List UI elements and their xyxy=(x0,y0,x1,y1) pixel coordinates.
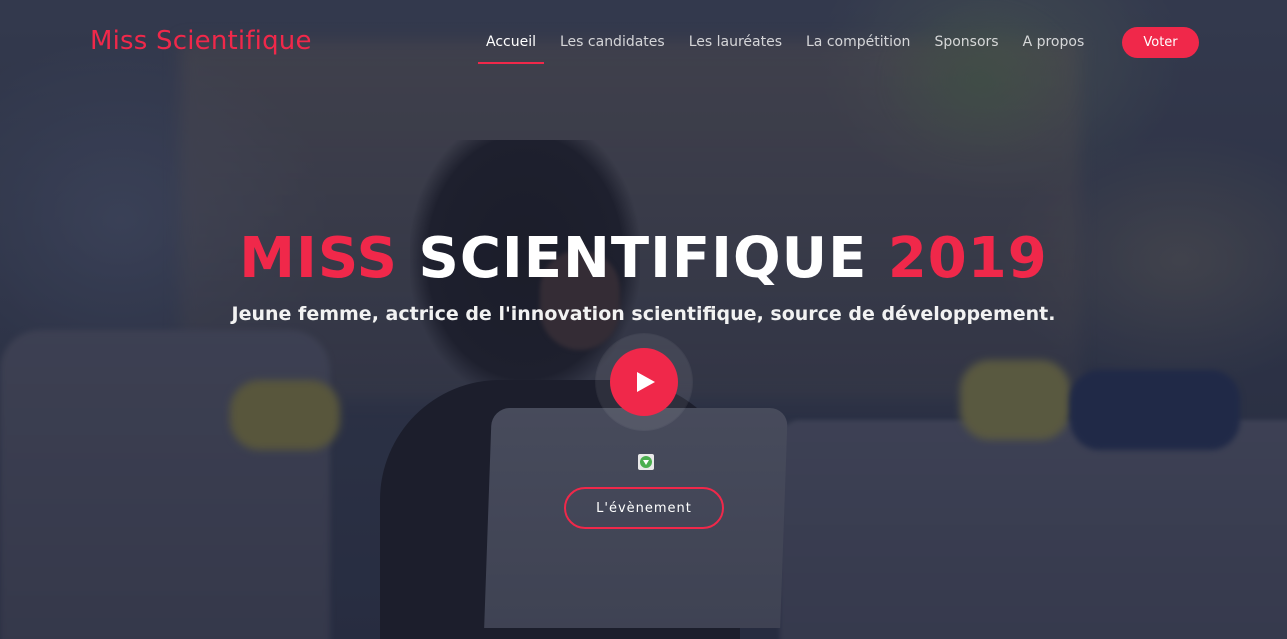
hero-title-year: 2019 xyxy=(887,225,1048,291)
nav-item-competition[interactable]: La compétition xyxy=(798,34,918,64)
download-icon[interactable] xyxy=(638,454,654,470)
arrow-down-icon xyxy=(640,456,652,468)
vote-button[interactable]: Voter xyxy=(1122,27,1199,58)
nav-item-candidates[interactable]: Les candidates xyxy=(552,34,673,64)
nav-item-laureates[interactable]: Les lauréates xyxy=(681,34,790,64)
nav-item-apropos[interactable]: A propos xyxy=(1015,34,1093,64)
main-nav: Accueil Les candidates Les lauréates La … xyxy=(478,34,1100,64)
nav-item-sponsors[interactable]: Sponsors xyxy=(926,34,1006,64)
site-header: Miss Scientifique Accueil Les candidates… xyxy=(0,0,1287,90)
hero-title-miss: MISS xyxy=(239,225,398,291)
hero-title-scientifique: SCIENTIFIQUE xyxy=(418,225,868,291)
event-button[interactable]: L'évènement xyxy=(564,487,724,529)
hero-subtitle: Jeune femme, actrice de l'innovation sci… xyxy=(231,303,1056,325)
nav-item-accueil[interactable]: Accueil xyxy=(478,34,544,64)
brand-logo[interactable]: Miss Scientifique xyxy=(90,26,312,56)
play-icon xyxy=(637,372,655,392)
play-video-button[interactable] xyxy=(610,348,678,416)
hero-title: MISS SCIENTIFIQUE 2019 xyxy=(0,226,1287,291)
